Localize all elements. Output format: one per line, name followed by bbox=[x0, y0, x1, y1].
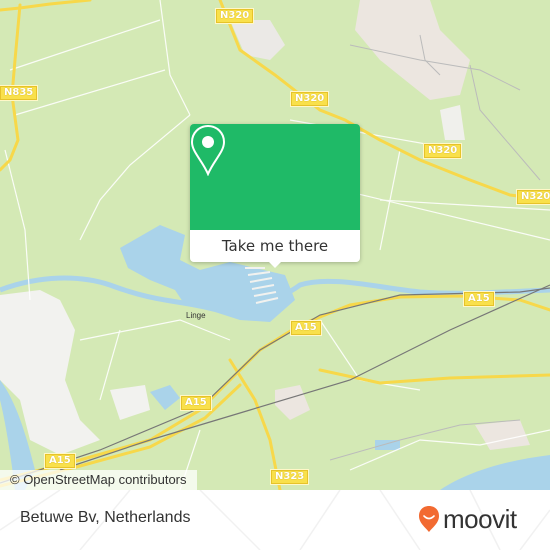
map-view[interactable]: N320 N835 N320 N320 N320 A15 A15 A15 A15… bbox=[0, 0, 550, 490]
urban-area bbox=[440, 105, 465, 140]
popup-header bbox=[190, 124, 360, 230]
popup-pointer bbox=[268, 261, 282, 268]
road-a15 bbox=[0, 294, 550, 482]
location-popup: Take me there bbox=[190, 124, 360, 268]
moovit-pin-icon bbox=[419, 506, 439, 532]
place-name: Betuwe Bv, Netherlands bbox=[20, 509, 191, 526]
urban-area bbox=[275, 385, 310, 420]
road-shield-n323: N323 bbox=[269, 469, 310, 485]
map-pin-icon bbox=[190, 124, 226, 176]
road-shield-a15-center: A15 bbox=[290, 320, 322, 336]
urban-area bbox=[230, 20, 285, 60]
lake-se bbox=[440, 455, 550, 490]
road-shield-a15-bottom: A15 bbox=[44, 453, 76, 469]
moovit-logo[interactable]: moovit bbox=[418, 505, 517, 533]
footer-bar: Betuwe Bv, Netherlands moovit bbox=[0, 490, 550, 550]
road-shield-n320-mid: N320 bbox=[289, 91, 330, 107]
urban-area bbox=[475, 420, 530, 450]
moovit-wordmark: moovit bbox=[443, 504, 517, 534]
map-attribution[interactable]: © OpenStreetMap contributors bbox=[0, 470, 197, 490]
road-shield-n320-right: N320 bbox=[422, 143, 463, 159]
pond bbox=[150, 385, 180, 410]
road-shield-a15-left: A15 bbox=[180, 395, 212, 411]
river-label-linge: Linge bbox=[186, 311, 206, 320]
road-n320-west bbox=[0, 0, 92, 12]
road-shield-n835: N835 bbox=[0, 85, 39, 101]
take-me-there-button[interactable]: Take me there bbox=[190, 230, 360, 262]
road-shield-n320-far-right: N320 bbox=[515, 189, 550, 205]
road-shield-n320-top: N320 bbox=[214, 8, 255, 24]
industrial-area bbox=[110, 385, 150, 420]
road-shield-a15-right: A15 bbox=[463, 291, 495, 307]
